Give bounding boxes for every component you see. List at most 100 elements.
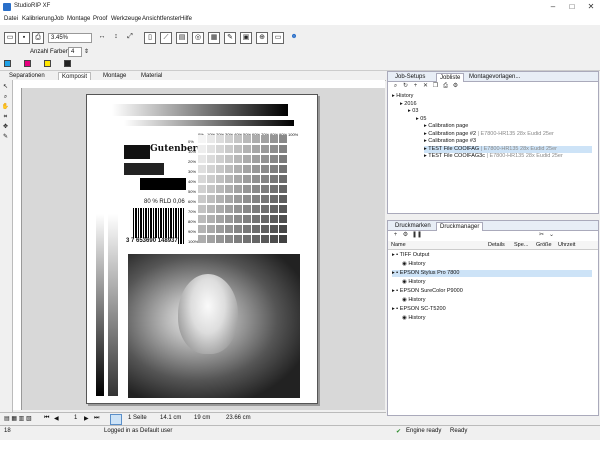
- colors-count-input[interactable]: 4: [68, 47, 82, 57]
- printer-list-item[interactable]: ▸ ▪ EPSON SureColor P9000: [392, 288, 592, 295]
- refresh-icon[interactable]: ↻: [402, 83, 409, 90]
- save-icon[interactable]: ▪: [18, 32, 30, 44]
- menu-hilfe[interactable]: Hilfe: [180, 16, 192, 22]
- cyan-swatch[interactable]: [4, 60, 11, 67]
- color-patch: [243, 185, 251, 193]
- yellow-swatch[interactable]: [44, 60, 51, 67]
- tab-material[interactable]: Material: [138, 72, 165, 80]
- tab-druckmanager[interactable]: Druckmanager: [436, 222, 484, 231]
- fit-width-icon[interactable]: ↔: [96, 32, 108, 44]
- job-tree-label: TEST File COOIFAG: [428, 145, 481, 152]
- color-patch: [261, 205, 269, 213]
- printer-panel: Druckmarken Druckmanager + ⚙ ❚❚ ✂ ⌄ Name…: [387, 220, 599, 416]
- hand-icon[interactable]: ✋: [1, 103, 10, 111]
- page-icon[interactable]: ▯: [144, 32, 156, 44]
- printer-list-item[interactable]: ▸ ▪ EPSON SC-T5200: [392, 306, 592, 313]
- palette-icon[interactable]: ◎: [192, 32, 204, 44]
- job-tree-item[interactable]: ▸ History: [392, 93, 592, 100]
- book-icon[interactable]: ▦: [208, 32, 220, 44]
- menu-kalibrierung[interactable]: Kalibrierung: [22, 16, 54, 22]
- layout-icon[interactable]: ▣: [240, 32, 252, 44]
- job-tree-item[interactable]: ▸ 03: [408, 108, 592, 115]
- menu-datei[interactable]: Datei: [4, 16, 18, 22]
- job-tree-item[interactable]: ▸ 05: [416, 116, 592, 123]
- pen-icon[interactable]: ✎: [1, 133, 10, 141]
- print-job-icon[interactable]: ⎙: [442, 83, 449, 90]
- colors-label: Anzahl Farben: [30, 49, 70, 55]
- menu-proof[interactable]: Proof: [93, 16, 107, 22]
- tools-icon[interactable]: ✂: [538, 232, 545, 239]
- menu-ansichtfenster[interactable]: Ansichtfenster: [142, 16, 180, 22]
- color-patch: [216, 165, 224, 173]
- tab-jobliste[interactable]: Jobliste: [436, 73, 465, 82]
- expand-icon[interactable]: ⌄: [548, 232, 555, 239]
- add-icon[interactable]: +: [412, 83, 419, 90]
- tab-druckmarken[interactable]: Druckmarken: [392, 222, 434, 230]
- last-page-icon[interactable]: ⏭: [94, 415, 99, 422]
- page-number[interactable]: 1: [74, 415, 77, 421]
- pointer-icon[interactable]: ↖: [1, 83, 10, 91]
- printer-list-item[interactable]: ▸ ▪ EPSON Stylus Pro 7800: [392, 270, 592, 277]
- delete-icon[interactable]: ✕: [422, 83, 429, 90]
- black-swatch[interactable]: [64, 60, 71, 67]
- menu-montage[interactable]: Montage: [67, 16, 90, 22]
- tab-separationen[interactable]: Separationen: [6, 72, 48, 80]
- tab-montage[interactable]: Montage: [100, 72, 129, 80]
- color-patch: [243, 215, 251, 223]
- printer-settings-icon[interactable]: ⚙: [402, 232, 409, 239]
- job-tree-detail: | E7800-HR135 28x Eudid 25er: [486, 153, 563, 159]
- fit-height-icon[interactable]: ↕: [110, 32, 122, 44]
- prev-page-icon[interactable]: ◀: [54, 415, 59, 422]
- zoom-select[interactable]: 3.45%: [48, 33, 92, 43]
- print-icon[interactable]: ⎙: [32, 32, 44, 44]
- magenta-swatch[interactable]: [24, 60, 31, 67]
- single-page-view-icon[interactable]: [110, 414, 122, 425]
- color-patch: [270, 155, 278, 163]
- open-folder-icon[interactable]: ▭: [4, 32, 16, 44]
- fit-page-icon[interactable]: ⤢: [124, 32, 136, 44]
- printer-list-item[interactable]: ◉ History: [402, 279, 592, 286]
- gradient-bar-second: [124, 120, 294, 126]
- printer-add-icon[interactable]: +: [392, 232, 399, 239]
- menu-job[interactable]: Job: [54, 16, 64, 22]
- curve-icon[interactable]: ⟋: [160, 32, 172, 44]
- users-icon[interactable]: ☻: [288, 32, 300, 44]
- move-icon[interactable]: ✥: [1, 123, 10, 131]
- zoom-icon[interactable]: ⌕: [1, 93, 10, 101]
- maximize-button[interactable]: □: [563, 2, 581, 13]
- spinner-arrows-icon[interactable]: ⇕: [84, 48, 89, 55]
- target-icon[interactable]: ⊕: [256, 32, 268, 44]
- tab-job-setups[interactable]: Job-Setups: [392, 73, 428, 81]
- chart-icon[interactable]: ▤: [176, 32, 188, 44]
- job-tree-item[interactable]: ▸ Calibration page #2 | E7800-HR135 28x …: [424, 131, 592, 138]
- search-icon[interactable]: ⌕: [392, 83, 399, 90]
- job-tree-item[interactable]: ▸ 2016: [400, 101, 592, 108]
- ready-status: Ready: [450, 428, 468, 434]
- printer-list-item[interactable]: ◉ History: [402, 261, 592, 268]
- job-tree-item[interactable]: ▸ TEST File COOIFAG | E7800-HR135 28x Eu…: [424, 145, 592, 153]
- job-tree-item[interactable]: ▸ Calibration page: [424, 123, 592, 130]
- next-page-icon[interactable]: ▶: [84, 415, 89, 422]
- menu-werkzeuge[interactable]: Werkzeuge: [111, 16, 141, 22]
- tab-montagevorlagen[interactable]: Montagevorlagen...: [466, 73, 523, 81]
- first-page-icon[interactable]: ⏮: [44, 415, 49, 422]
- printer-list-item[interactable]: ◉ History: [402, 297, 592, 304]
- view-mode-icons[interactable]: ▤ ▦ ▥ ▧: [4, 415, 32, 422]
- monitor-icon[interactable]: ▭: [272, 32, 284, 44]
- job-tree-item[interactable]: ▸ TEST File COOIFAG3c | E7800-HR135 28x …: [424, 153, 592, 160]
- window-title: StudioRIP XF: [14, 3, 51, 9]
- printer-pause-icon[interactable]: ❚❚: [412, 232, 422, 239]
- printer-list-item[interactable]: ◉ History: [402, 315, 592, 322]
- close-button[interactable]: ✕: [582, 2, 600, 13]
- job-tree-item[interactable]: ▸ Calibration page #3: [424, 138, 592, 145]
- color-patch: [198, 145, 206, 153]
- color-patch: [207, 225, 215, 233]
- copy-icon[interactable]: ❐: [432, 83, 439, 90]
- minimize-button[interactable]: –: [544, 2, 562, 13]
- stamp-icon[interactable]: ✎: [224, 32, 236, 44]
- settings-icon[interactable]: ⚙: [452, 83, 459, 90]
- color-patch: [225, 195, 233, 203]
- printer-list-item[interactable]: ▸ ▪ TIFF Output: [392, 252, 592, 259]
- crop-icon[interactable]: ⌗: [1, 113, 10, 121]
- row-percent-label: 90%: [188, 229, 197, 234]
